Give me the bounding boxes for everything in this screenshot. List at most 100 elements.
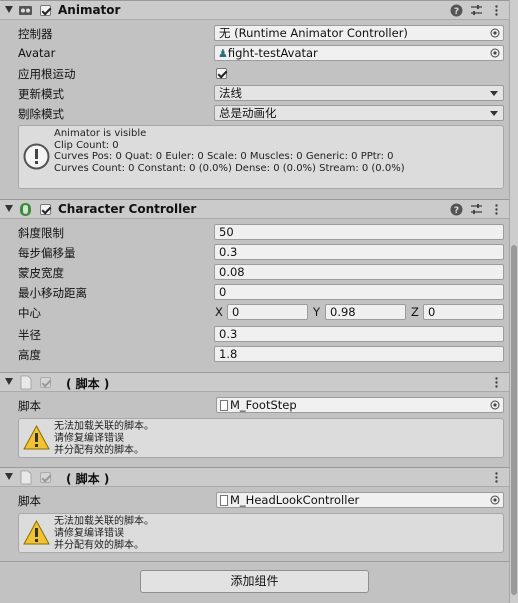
animator-header[interactable]: Animator ? [0, 0, 509, 20]
preset-icon[interactable] [470, 203, 483, 216]
chevron-down-icon [490, 111, 498, 116]
script-2-header[interactable]: ( 脚本 ) [0, 467, 509, 487]
field-value: M_HeadLookController [230, 493, 360, 507]
help-icon[interactable]: ? [450, 203, 463, 216]
field-label: 脚本 [18, 494, 41, 508]
kebab-menu-icon[interactable] [490, 376, 503, 389]
warning-icon [23, 519, 50, 545]
animator-enabled-checkbox[interactable] [40, 5, 51, 16]
update-mode-dropdown[interactable]: 法线 [214, 85, 504, 101]
warning-line: 请修复编译错误 [54, 528, 124, 539]
inspector-panel: Animator ? 控制器 无 (Runtime Animator Contr… [0, 0, 509, 603]
field-label: 高度 [18, 348, 41, 362]
field-label: 最小移动距离 [18, 286, 87, 300]
animator-info-box: Animator is visible Clip Count: 0 Curves… [18, 125, 504, 189]
field-value: M_FootStep [230, 398, 297, 412]
info-line: Curves Pos: 0 Quat: 0 Euler: 0 Scale: 0 … [54, 151, 394, 162]
preset-icon[interactable] [470, 4, 483, 17]
height-input[interactable]: 1.8 [214, 346, 504, 362]
x-label: X [215, 305, 223, 319]
component-title: Animator [58, 3, 121, 17]
avatar-field[interactable]: ♟fight-testAvatar [214, 45, 504, 61]
field-label: Avatar [18, 46, 56, 60]
field-label: 应用根运动 [18, 67, 76, 81]
field-label: 更新模式 [18, 87, 64, 101]
warning-icon [23, 424, 50, 450]
warning-text: 无法加载关联的脚本。 请修复编译错误 并分配有效的脚本。 [54, 516, 154, 552]
character-controller-icon [20, 203, 31, 216]
kebab-menu-icon[interactable] [490, 471, 503, 484]
culling-mode-row: 剔除模式 总是动画化 [0, 103, 509, 123]
dropdown-value: 法线 [219, 86, 242, 100]
character-controller-header[interactable]: Character Controller ? [0, 199, 509, 219]
info-text: Animator is visible Clip Count: 0 Curves… [54, 128, 405, 174]
center-row: 中心 X 0 Y 0.98 Z 0 [0, 302, 509, 322]
help-icon[interactable]: ? [450, 4, 463, 17]
info-line: Clip Count: 0 [54, 139, 119, 151]
script-file-icon [20, 470, 32, 485]
script-1-header[interactable]: ( 脚本 ) [0, 372, 509, 392]
foldout-arrow-icon[interactable] [5, 6, 13, 13]
controller-field[interactable]: 无 (Runtime Animator Controller) [214, 25, 504, 41]
object-picker-icon[interactable] [490, 400, 500, 410]
height-row: 高度 1.8 [0, 344, 509, 364]
script-file-icon [20, 375, 32, 390]
scrollbar-thumb[interactable] [511, 245, 517, 595]
component-title: ( 脚本 ) [66, 472, 110, 486]
apply-root-motion-row: 应用根运动 [0, 63, 509, 83]
min-move-distance-row: 最小移动距离 0 [0, 282, 509, 302]
field-label: 斜度限制 [18, 226, 64, 240]
field-label: 蒙皮宽度 [18, 266, 64, 280]
warning-line: 并分配有效的脚本。 [54, 540, 144, 551]
controller-row: 控制器 无 (Runtime Animator Controller) [0, 23, 509, 43]
vertical-scrollbar[interactable] [509, 0, 518, 603]
culling-mode-dropdown[interactable]: 总是动画化 [214, 105, 504, 121]
info-exclamation-icon [23, 143, 50, 170]
script-2-enabled-checkbox[interactable] [40, 472, 51, 483]
kebab-menu-icon[interactable] [490, 203, 503, 216]
warning-line: 无法加载关联的脚本。 [54, 421, 154, 432]
add-component-button[interactable]: 添加组件 [140, 570, 369, 593]
field-label: 每步偏移量 [18, 246, 76, 260]
slope-limit-input[interactable]: 50 [214, 224, 504, 240]
object-picker-icon[interactable] [490, 28, 500, 38]
radius-input[interactable]: 0.3 [214, 326, 504, 342]
field-label: 控制器 [18, 27, 53, 41]
info-line: Curves Count: 0 Constant: 0 (0.0%) Dense… [54, 162, 405, 174]
skin-width-input[interactable]: 0.08 [214, 264, 504, 280]
center-y-input[interactable]: 0.98 [325, 304, 406, 320]
foldout-arrow-icon[interactable] [5, 473, 13, 480]
foldout-arrow-icon[interactable] [5, 378, 13, 385]
component-title: ( 脚本 ) [66, 377, 110, 391]
script-2-field[interactable]: M_HeadLookController [216, 492, 504, 508]
step-offset-input[interactable]: 0.3 [214, 244, 504, 260]
avatar-person-icon: ♟ [218, 47, 228, 60]
foldout-arrow-icon[interactable] [5, 205, 13, 212]
center-z-input[interactable]: 0 [423, 304, 504, 320]
animator-icon [19, 6, 32, 15]
step-offset-row: 每步偏移量 0.3 [0, 242, 509, 262]
skin-width-row: 蒙皮宽度 0.08 [0, 262, 509, 282]
warning-line: 请修复编译错误 [54, 433, 124, 444]
center-x-input[interactable]: 0 [227, 304, 308, 320]
script-1-field[interactable]: M_FootStep [216, 397, 504, 413]
update-mode-row: 更新模式 法线 [0, 83, 509, 103]
y-label: Y [313, 305, 321, 319]
script-2-row: 脚本 M_HeadLookController [0, 490, 509, 510]
script-1-warning-box: 无法加载关联的脚本。 请修复编译错误 并分配有效的脚本。 [18, 418, 504, 458]
z-label: Z [411, 305, 419, 319]
script-1-enabled-checkbox[interactable] [40, 377, 51, 388]
script-doc-icon [220, 495, 228, 506]
object-picker-icon[interactable] [490, 48, 500, 58]
object-picker-icon[interactable] [490, 495, 500, 505]
field-value: fight-testAvatar [227, 46, 318, 60]
apply-root-motion-checkbox[interactable] [216, 68, 227, 79]
min-move-distance-input[interactable]: 0 [214, 284, 504, 300]
field-label: 半径 [18, 328, 41, 342]
kebab-menu-icon[interactable] [490, 4, 503, 17]
warning-line: 并分配有效的脚本。 [54, 445, 144, 456]
dropdown-value: 总是动画化 [219, 106, 277, 120]
character-controller-enabled-checkbox[interactable] [40, 204, 51, 215]
info-line: Animator is visible [54, 128, 147, 139]
avatar-row: Avatar ♟fight-testAvatar [0, 43, 509, 63]
